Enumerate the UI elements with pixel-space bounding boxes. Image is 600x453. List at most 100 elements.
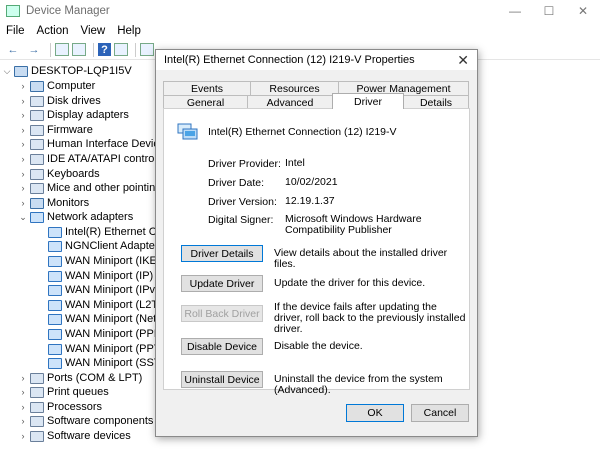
tree-item-processors[interactable]: › Processors <box>18 400 103 415</box>
chevron-right-icon[interactable]: › <box>18 96 28 106</box>
tree-item-software-devices[interactable]: › Software devices <box>18 429 131 444</box>
tree-child-wan-netmon[interactable]: WAN Miniport (Network Monitor) <box>46 312 160 327</box>
software-device-icon <box>30 430 44 442</box>
tree-item-computer[interactable]: › Computer <box>18 79 96 94</box>
driver-date-label: Driver Date: <box>208 177 265 189</box>
toolbar-separator <box>93 42 94 57</box>
properties-icon[interactable] <box>55 43 69 56</box>
tree-child-wan-pptp[interactable]: WAN Miniport (PPTP) <box>46 342 160 357</box>
menu-help[interactable]: Help <box>111 25 147 37</box>
software-component-icon <box>30 415 44 427</box>
network-icon <box>30 211 44 223</box>
chevron-right-icon[interactable]: › <box>18 154 28 164</box>
tree-child-intel-ethernet[interactable]: Intel(R) Ethernet Connection (12) I219-V <box>46 225 160 240</box>
tree-child-label: WAN Miniport (SSTP) <box>65 357 160 370</box>
update-driver-desc: Update the driver for this device. <box>274 277 426 289</box>
device-manager-icon <box>6 5 20 17</box>
network-adapter-icon <box>48 270 62 282</box>
chevron-right-icon[interactable]: › <box>18 169 28 179</box>
tree-child-wan-ipv6[interactable]: WAN Miniport (IPv6) <box>46 283 160 298</box>
dialog-close-button[interactable]: ✕ <box>457 52 469 69</box>
toolbar-separator <box>135 42 136 57</box>
tree-item-keyboards[interactable]: › Keyboards <box>18 167 100 182</box>
chevron-right-icon[interactable]: › <box>18 183 28 193</box>
tree-item-ide[interactable]: › IDE ATA/ATAPI controllers <box>18 152 161 167</box>
tab-general[interactable]: General <box>163 95 248 109</box>
tree-item-ports[interactable]: › Ports (COM & LPT) <box>18 371 143 386</box>
tree-item-print-queues[interactable]: › Print queues <box>18 385 109 400</box>
update-driver-button[interactable]: Update Driver <box>181 275 263 292</box>
device-tree: ⌵ DESKTOP-LQP1I5V › Computer › Disk driv… <box>0 62 160 453</box>
tree-item-display-adapters[interactable]: › Display adapters <box>18 108 129 123</box>
monitor-icon <box>30 197 44 209</box>
tabs-row-bottom: General Advanced Driver Details <box>163 93 469 109</box>
hid-icon <box>30 138 44 150</box>
view-icon[interactable] <box>72 43 86 56</box>
tree-child-label: WAN Miniport (IKEv2) <box>65 255 160 268</box>
menu-file[interactable]: File <box>0 25 31 37</box>
mouse-icon <box>30 182 44 194</box>
roll-back-driver-button[interactable]: Roll Back Driver <box>181 305 263 322</box>
tree-item-mice[interactable]: › Mice and other pointing devices <box>18 181 161 196</box>
menu-action[interactable]: Action <box>31 25 75 37</box>
forward-arrow-icon[interactable]: → <box>25 42 43 58</box>
tree-child-label: Intel(R) Ethernet Connection (12) I219-V <box>65 226 160 239</box>
help-icon[interactable]: ? <box>98 43 111 56</box>
scan-icon[interactable] <box>140 43 154 56</box>
driver-date-value: 10/02/2021 <box>285 176 338 188</box>
tree-item-label: Software components <box>47 415 154 428</box>
uninstall-device-button[interactable]: Uninstall Device <box>181 371 263 388</box>
chevron-right-icon[interactable]: › <box>18 387 28 397</box>
tree-child-ngnclient[interactable]: NGNClient Adapter <box>46 239 159 254</box>
chevron-right-icon[interactable]: › <box>18 431 28 441</box>
tree-root[interactable]: ⌵ DESKTOP-LQP1I5V <box>2 64 132 79</box>
chevron-right-icon[interactable]: › <box>18 198 28 208</box>
network-adapter-icon <box>48 313 62 325</box>
tab-driver[interactable]: Driver <box>332 93 404 109</box>
tree-child-wan-l2tp[interactable]: WAN Miniport (L2TP) <box>46 298 160 313</box>
tree-child-wan-pppoe[interactable]: WAN Miniport (PPPOE) <box>46 327 160 342</box>
tab-details[interactable]: Details <box>403 95 469 109</box>
menu-view[interactable]: View <box>75 25 112 37</box>
maximize-button[interactable]: ☐ <box>532 0 566 22</box>
minimize-button[interactable]: — <box>498 0 532 22</box>
back-arrow-icon[interactable]: ← <box>4 42 22 58</box>
device-name: Intel(R) Ethernet Connection (12) I219-V <box>208 126 397 138</box>
computer-icon <box>14 65 28 77</box>
chevron-down-icon[interactable]: ⌄ <box>18 212 28 223</box>
chevron-right-icon[interactable]: › <box>18 125 28 135</box>
tree-item-firmware[interactable]: › Firmware <box>18 123 93 138</box>
tree-item-disk-drives[interactable]: › Disk drives <box>18 94 101 109</box>
chevron-right-icon[interactable]: › <box>18 373 28 383</box>
tree-child-label: WAN Miniport (L2TP) <box>65 299 160 312</box>
disable-device-desc: Disable the device. <box>274 340 363 352</box>
tab-events[interactable]: Events <box>163 81 251 95</box>
tree-item-label: Processors <box>47 401 103 414</box>
tree-child-wan-ikev2[interactable]: WAN Miniport (IKEv2) <box>46 254 160 269</box>
chevron-right-icon[interactable]: › <box>18 139 28 149</box>
driver-details-button[interactable]: Driver Details <box>181 245 263 262</box>
cancel-button[interactable]: Cancel <box>411 404 469 422</box>
tree-item-label: Keyboards <box>47 168 100 181</box>
properties-sheet-icon[interactable] <box>114 43 128 56</box>
disable-device-button[interactable]: Disable Device <box>181 338 263 355</box>
tree-item-software-components[interactable]: › Software components <box>18 414 154 429</box>
chevron-right-icon[interactable]: › <box>18 402 28 412</box>
chevron-right-icon[interactable]: › <box>18 81 28 91</box>
tree-item-label: IDE ATA/ATAPI controllers <box>47 153 160 166</box>
tree-child-wan-sstp[interactable]: WAN Miniport (SSTP) <box>46 356 160 371</box>
tree-item-label: Print queues <box>47 386 109 399</box>
port-icon <box>30 372 44 384</box>
tree-child-wan-ip[interactable]: WAN Miniport (IP) <box>46 269 153 284</box>
chevron-right-icon[interactable]: › <box>18 416 28 426</box>
chevron-right-icon[interactable]: › <box>18 110 28 120</box>
tab-resources[interactable]: Resources <box>250 81 339 95</box>
ok-button[interactable]: OK <box>346 404 404 422</box>
tab-advanced[interactable]: Advanced <box>247 95 333 109</box>
chevron-down-icon[interactable]: ⌵ <box>2 66 12 77</box>
tree-item-label: Computer <box>47 80 96 93</box>
tree-item-network-adapters[interactable]: ⌄ Network adapters <box>18 210 133 225</box>
close-button[interactable]: ✕ <box>566 0 600 22</box>
tree-item-hid[interactable]: › Human Interface Devices <box>18 137 161 152</box>
tree-item-monitors[interactable]: › Monitors <box>18 196 90 211</box>
